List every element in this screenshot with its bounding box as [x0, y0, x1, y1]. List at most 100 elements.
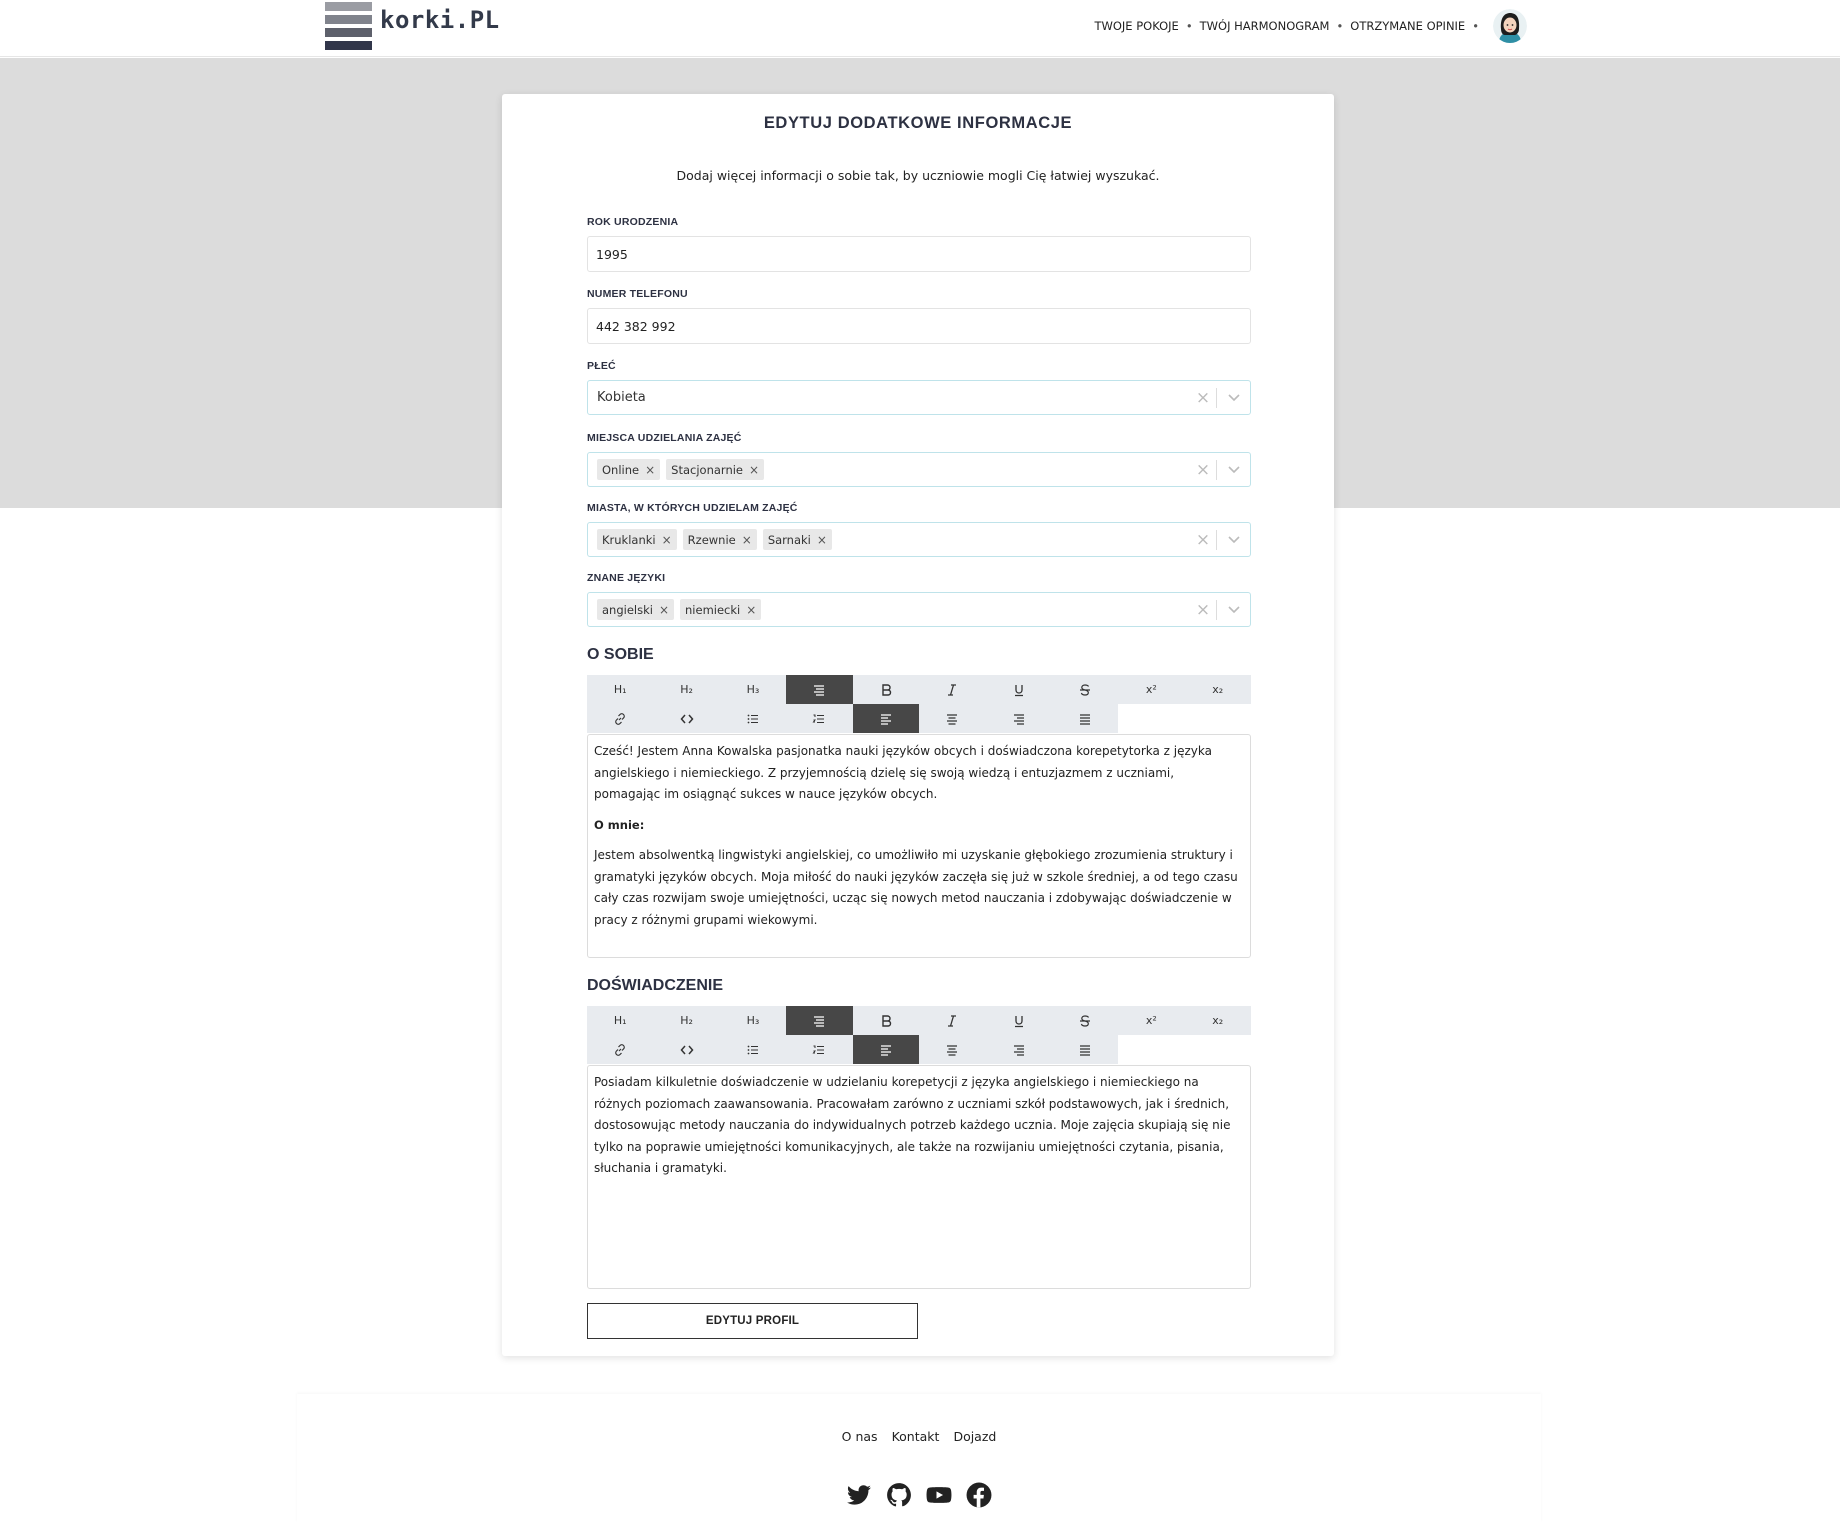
footer-link-dojazd[interactable]: Dojazd — [953, 1429, 996, 1444]
chip-label: niemiecki — [685, 602, 741, 617]
strikethrough-button[interactable] — [1051, 1006, 1119, 1035]
footer: O nas Kontakt Dojazd — [297, 1394, 1541, 1522]
align-left-button[interactable] — [852, 704, 919, 733]
align-center-button[interactable] — [918, 1035, 986, 1064]
heading3-button[interactable]: H₃ — [719, 675, 787, 704]
align-center-icon — [947, 1044, 958, 1056]
link-button[interactable] — [587, 1035, 654, 1064]
subscript-button[interactable]: x₂ — [1184, 675, 1251, 704]
superscript-button[interactable]: x² — [1118, 675, 1185, 704]
heading1-button[interactable]: H₁ — [587, 675, 654, 704]
align-right-button[interactable] — [985, 1035, 1052, 1064]
page-title: EDYTUJ DODATKOWE INFORMACJE — [763, 114, 1073, 132]
bold-icon — [882, 1014, 891, 1027]
bullet-list-button[interactable] — [719, 704, 787, 733]
align-right-button[interactable] — [985, 704, 1052, 733]
nav-twoje-pokoje[interactable]: TWOJE POKOJE — [1094, 19, 1178, 33]
italic-button[interactable] — [918, 1006, 986, 1035]
align-left-icon — [880, 713, 891, 725]
align-center-icon — [947, 713, 958, 725]
edit-info-card: EDYTUJ DODATKOWE INFORMACJE Dodaj więcej… — [502, 94, 1334, 1356]
birth-year-input[interactable] — [587, 236, 1251, 272]
chip-remove-icon[interactable]: × — [645, 463, 655, 477]
nav-otrzymane-opinie[interactable]: OTRZYMANE OPINIE — [1350, 19, 1465, 33]
chip-remove-icon[interactable]: × — [817, 533, 827, 547]
italic-button[interactable] — [918, 675, 986, 704]
cities-select[interactable]: Kruklanki × Rzewnie × Sarnaki × × — [587, 522, 1251, 557]
align-justify-button[interactable] — [1051, 704, 1119, 733]
chip-label: angielski — [602, 602, 653, 617]
chip-label: Rzewnie — [687, 532, 736, 547]
paragraph-button[interactable] — [786, 1006, 853, 1035]
chip-remove-icon[interactable]: × — [746, 603, 756, 617]
ordered-list-button[interactable] — [786, 704, 853, 733]
code-button[interactable] — [653, 1035, 720, 1064]
paragraph-button[interactable] — [786, 675, 853, 704]
chip-remove-icon[interactable]: × — [749, 463, 759, 477]
underline-button[interactable] — [985, 1006, 1052, 1035]
editor-paragraph: O mnie: — [594, 817, 645, 832]
strikethrough-button[interactable] — [1051, 675, 1119, 704]
nav-twoj-harmonogram[interactable]: TWÓJ HARMONOGRAM — [1200, 19, 1330, 33]
twitter-icon[interactable] — [846, 1482, 872, 1508]
editor-paragraph: Cześć! Jestem Anna Kowalska pasjonatka n… — [594, 744, 1212, 801]
align-center-button[interactable] — [918, 704, 986, 733]
footer-link-o-nas[interactable]: O nas — [842, 1429, 878, 1444]
facebook-icon[interactable] — [966, 1482, 992, 1508]
chevron-down-icon[interactable] — [1217, 465, 1250, 474]
code-icon — [680, 1045, 694, 1054]
subscript-button[interactable]: x₂ — [1184, 1006, 1251, 1035]
places-select[interactable]: Online × Stacjonarnie × × — [587, 452, 1251, 487]
align-justify-button[interactable] — [1051, 1035, 1119, 1064]
birth-year-label: ROK URODZENIA — [587, 216, 679, 228]
chevron-down-icon[interactable] — [1217, 605, 1250, 614]
bullet-list-icon — [747, 1045, 758, 1054]
heading2-button[interactable]: H₂ — [653, 675, 720, 704]
chip-remove-icon[interactable]: × — [659, 603, 669, 617]
chip-remove-icon[interactable]: × — [742, 533, 752, 547]
chip-label: Kruklanki — [602, 532, 656, 547]
underline-button[interactable] — [985, 675, 1052, 704]
experience-editor[interactable]: Posiadam kilkuletnie doświadczenie w udz… — [587, 1065, 1251, 1289]
logo-text: korki.PL — [380, 6, 500, 34]
underline-icon — [1014, 684, 1023, 696]
chevron-down-icon[interactable] — [1217, 393, 1250, 402]
languages-select[interactable]: angielski × niemiecki × × — [587, 592, 1251, 627]
clear-icon[interactable]: × — [1190, 388, 1216, 408]
about-editor[interactable]: Cześć! Jestem Anna Kowalska pasjonatka n… — [587, 734, 1251, 958]
gender-select[interactable]: Kobieta × — [587, 380, 1251, 415]
logo[interactable]: korki.PL — [325, 2, 500, 50]
youtube-icon[interactable] — [926, 1482, 952, 1508]
ordered-list-button[interactable] — [786, 1035, 853, 1064]
footer-link-kontakt[interactable]: Kontakt — [892, 1429, 940, 1444]
clear-icon[interactable]: × — [1190, 600, 1216, 620]
clear-icon[interactable]: × — [1190, 530, 1216, 550]
edit-profile-button[interactable]: EDYTUJ PROFIL — [587, 1303, 918, 1339]
code-button[interactable] — [653, 704, 720, 733]
clear-icon[interactable]: × — [1190, 460, 1216, 480]
paragraph-icon — [814, 684, 825, 696]
places-label: MIEJSCA UDZIELANIA ZAJĘĆ — [587, 432, 742, 444]
chip-remove-icon[interactable]: × — [662, 533, 672, 547]
heading3-button[interactable]: H₃ — [719, 1006, 787, 1035]
bullet-list-button[interactable] — [719, 1035, 787, 1064]
heading1-button[interactable]: H₁ — [587, 1006, 654, 1035]
heading2-button[interactable]: H₂ — [653, 1006, 720, 1035]
top-header: korki.PL TWOJE POKOJE • TWÓJ HARMONOGRAM… — [0, 0, 1840, 57]
chip: Online × — [597, 459, 661, 480]
align-left-button[interactable] — [852, 1035, 919, 1064]
footer-links: O nas Kontakt Dojazd — [297, 1429, 1541, 1444]
link-button[interactable] — [587, 704, 654, 733]
about-editor-toolbar: H₁ H₂ H₃ x² x₂ — [587, 675, 1251, 733]
ordered-list-icon — [812, 714, 825, 723]
superscript-button[interactable]: x² — [1118, 1006, 1185, 1035]
user-avatar[interactable] — [1493, 9, 1527, 43]
page-subtitle: Dodaj więcej informacji o sobie tak, by … — [676, 168, 1160, 183]
github-icon[interactable] — [886, 1482, 912, 1508]
about-section-title: O SOBIE — [587, 646, 654, 663]
bold-button[interactable] — [852, 1006, 919, 1035]
chevron-down-icon[interactable] — [1217, 535, 1250, 544]
phone-input[interactable] — [587, 308, 1251, 344]
bold-button[interactable] — [852, 675, 919, 704]
italic-icon — [948, 1014, 957, 1027]
